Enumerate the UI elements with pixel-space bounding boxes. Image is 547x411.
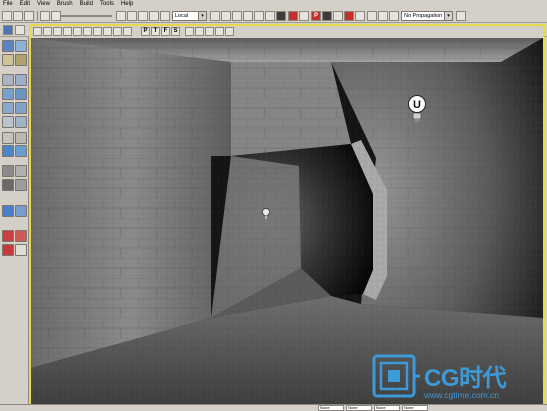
wireframe-icon[interactable] xyxy=(63,27,72,36)
geometry-mode-icon[interactable] xyxy=(15,40,27,52)
propagation-select[interactable]: No Propagation ▾ xyxy=(401,11,453,21)
meshes-icon[interactable] xyxy=(254,11,264,21)
view-mode-p-button[interactable]: P xyxy=(141,27,150,36)
csg-add-icon[interactable] xyxy=(2,165,14,177)
play-in-editor-icon[interactable] xyxy=(367,11,377,21)
content-browser-icon[interactable] xyxy=(456,11,466,21)
textures-icon[interactable] xyxy=(243,11,253,21)
volume-brush-icon[interactable] xyxy=(15,116,27,128)
save-map-icon[interactable] xyxy=(24,11,34,21)
csg-deintersect-icon[interactable] xyxy=(15,179,27,191)
chevron-down-icon: ▾ xyxy=(198,12,206,20)
build-paths-icon[interactable] xyxy=(344,11,354,21)
status-bar: None None None None xyxy=(0,404,547,411)
menu-file[interactable]: File xyxy=(2,0,14,9)
geometry-mode-icon[interactable] xyxy=(15,25,25,35)
add-volume-icon[interactable] xyxy=(2,205,14,217)
build-geometry-icon[interactable] xyxy=(322,11,332,21)
play-on-pc-icon[interactable] xyxy=(378,11,388,21)
lit-icon[interactable] xyxy=(83,27,92,36)
camera-speed-icon[interactable] xyxy=(205,27,214,36)
scene-manager-icon[interactable] xyxy=(299,11,309,21)
sheet-brush-icon[interactable] xyxy=(15,88,27,100)
scale-icon[interactable] xyxy=(149,11,159,21)
perspective-viewport[interactable]: P T F S U xyxy=(29,24,545,407)
lighting-only-icon[interactable] xyxy=(93,27,102,36)
realtime-icon[interactable] xyxy=(43,27,52,36)
texture-align-icon[interactable] xyxy=(15,54,27,66)
csg-subtract-icon[interactable] xyxy=(15,165,27,177)
unlit-icon[interactable] xyxy=(73,27,82,36)
groups-icon[interactable] xyxy=(232,11,242,21)
sphere-icon[interactable] xyxy=(2,145,14,157)
menu-build[interactable]: Build xyxy=(79,0,94,9)
browser-icon[interactable] xyxy=(210,11,220,21)
build-lighting-icon[interactable] xyxy=(333,11,343,21)
build-all-icon[interactable] xyxy=(355,11,365,21)
light-actor-label: U xyxy=(413,99,421,111)
rotate-icon[interactable] xyxy=(138,11,148,21)
camera-mode-icon[interactable] xyxy=(3,25,13,35)
undo-icon[interactable] xyxy=(40,11,50,21)
level-scene[interactable]: U xyxy=(31,38,543,407)
viewport-options-icon[interactable] xyxy=(33,27,42,36)
game-view-icon[interactable] xyxy=(195,27,204,36)
cylinder-brush-icon[interactable] xyxy=(2,88,14,100)
menu-brush[interactable]: Brush xyxy=(56,0,74,9)
orb-icon[interactable] xyxy=(15,145,27,157)
texture-density-icon[interactable] xyxy=(113,27,122,36)
csg-intersect-icon[interactable] xyxy=(2,179,14,191)
surface-texture-noise xyxy=(31,38,543,405)
menu-help[interactable]: Help xyxy=(120,0,134,9)
view-mode-f-button[interactable]: F xyxy=(161,27,170,36)
cube-brush-icon[interactable] xyxy=(2,74,14,86)
light-complexity-icon[interactable] xyxy=(103,27,112,36)
select-inside-icon[interactable] xyxy=(2,244,14,256)
main-toolbar: Local ▾ P No Propagation ▾ xyxy=(0,9,547,23)
tool-panel xyxy=(0,37,29,410)
coord-system-select[interactable]: Local ▾ xyxy=(172,11,207,21)
rotate-tool-icon[interactable] xyxy=(2,132,14,144)
brush-wire-icon[interactable] xyxy=(53,27,62,36)
move-icon[interactable] xyxy=(127,11,137,21)
toolbar-separator xyxy=(37,11,38,21)
lock-viewport-icon[interactable] xyxy=(185,27,194,36)
console-icon[interactable] xyxy=(389,11,399,21)
menu-tools[interactable]: Tools xyxy=(99,0,115,9)
menu-view[interactable]: View xyxy=(36,0,51,9)
matinee-icon[interactable] xyxy=(288,11,298,21)
camera-mode-icon[interactable] xyxy=(2,40,14,52)
status-field: None xyxy=(374,405,400,411)
spiral-stairs-icon[interactable] xyxy=(15,102,27,114)
actor-classes-icon[interactable] xyxy=(221,11,231,21)
menu-bar: File Edit View Brush Build Tools Help xyxy=(0,0,547,9)
sphere-brush-icon[interactable] xyxy=(2,116,14,128)
stairs-brush-icon[interactable] xyxy=(2,102,14,114)
letter-p-button[interactable]: P xyxy=(311,11,321,21)
shader-complexity-icon[interactable] xyxy=(123,27,132,36)
menu-edit[interactable]: Edit xyxy=(19,0,31,9)
search-actor-icon[interactable] xyxy=(116,11,126,21)
hide-selected-icon[interactable] xyxy=(2,230,14,242)
terrain-mode-icon[interactable] xyxy=(2,54,14,66)
kismet-icon[interactable] xyxy=(276,11,286,21)
grid-slider[interactable] xyxy=(60,15,112,17)
show-all-icon[interactable] xyxy=(15,230,27,242)
status-field: None xyxy=(402,405,428,411)
invert-selection-icon[interactable] xyxy=(15,244,27,256)
view-mode-s-button[interactable]: S xyxy=(171,27,180,36)
view-mode-t-button[interactable]: T xyxy=(151,27,160,36)
add-mover-icon[interactable] xyxy=(15,205,27,217)
transform-tool-icon[interactable] xyxy=(15,132,27,144)
status-field: None xyxy=(346,405,372,411)
nonuniform-scale-icon[interactable] xyxy=(160,11,170,21)
sounds-icon[interactable] xyxy=(265,11,275,21)
open-map-icon[interactable] xyxy=(13,11,23,21)
status-field: None xyxy=(318,405,344,411)
view-menu-icon[interactable] xyxy=(225,27,234,36)
cone-brush-icon[interactable] xyxy=(15,74,27,86)
new-map-icon[interactable] xyxy=(2,11,12,21)
chevron-down-icon: ▾ xyxy=(444,12,452,20)
level-streaming-icon[interactable] xyxy=(215,27,224,36)
